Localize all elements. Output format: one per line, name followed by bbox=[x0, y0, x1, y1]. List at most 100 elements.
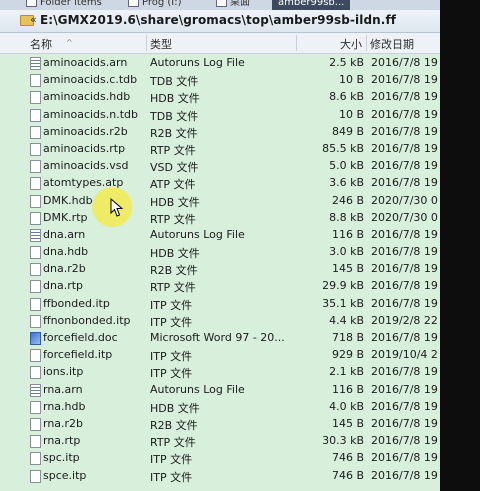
file-name: rna.hdb bbox=[43, 399, 86, 413]
file-row[interactable]: forcefield.doc Microsoft Word 97 - 20... 7… bbox=[0, 330, 440, 347]
file-size: 849 B bbox=[331, 124, 364, 138]
tab-desktop[interactable]: 桌面 bbox=[216, 0, 250, 10]
file-date: 2016/7/8 19 bbox=[371, 141, 438, 155]
file-name: rna.rtp bbox=[43, 434, 81, 448]
file-icon bbox=[30, 469, 41, 483]
file-icon bbox=[30, 297, 41, 311]
file-name: DMK.rtp bbox=[43, 210, 88, 224]
file-row[interactable]: ions.itp ITP 文件 2.1 kB 2016/7/8 19 bbox=[0, 364, 440, 381]
file-date: 2020/7/30 0 bbox=[371, 210, 438, 224]
column-type-header[interactable]: 类型 bbox=[150, 36, 172, 52]
file-row[interactable]: rna.r2b R2B 文件 145 B 2016/7/8 19 bbox=[0, 416, 440, 433]
file-icon bbox=[30, 263, 41, 277]
file-name: forcefield.itp bbox=[43, 348, 113, 362]
file-row[interactable]: spc.itp ITP 文件 746 B 2016/7/8 19 bbox=[0, 450, 440, 467]
file-date: 2016/7/8 19 bbox=[371, 382, 438, 396]
file-name: aminoacids.r2b bbox=[43, 124, 128, 138]
file-icon bbox=[30, 74, 41, 88]
file-type: R2B 文件 bbox=[150, 264, 198, 278]
file-type: Autoruns Log File bbox=[150, 227, 245, 241]
file-row[interactable]: aminoacids.vsd VSD 文件 5.0 kB 2016/7/8 19 bbox=[0, 158, 440, 175]
file-row[interactable]: spce.itp ITP 文件 746 B 2016/7/8 19 bbox=[0, 468, 440, 485]
file-date: 2016/7/8 19 bbox=[371, 451, 438, 465]
file-type: RTP 文件 bbox=[150, 281, 196, 295]
file-row[interactable]: dna.hdb HDB 文件 3.0 kB 2016/7/8 19 bbox=[0, 244, 440, 261]
file-icon bbox=[30, 108, 41, 122]
file-type: HDB 文件 bbox=[150, 401, 200, 415]
file-size: 246 B bbox=[331, 193, 364, 207]
file-name: forcefield.doc bbox=[43, 331, 118, 344]
file-row[interactable]: rna.arn Autoruns Log File 116 B 2016/7/8 19 bbox=[0, 382, 440, 399]
address-path[interactable]: E:\GMX2019.6\share\gromacs\top\amber99sb… bbox=[40, 13, 396, 27]
doc-icon bbox=[30, 332, 41, 345]
file-row[interactable]: aminoacids.hdb HDB 文件 8.6 kB 2016/7/8 19 bbox=[0, 89, 440, 106]
file-type: Autoruns Log File bbox=[150, 382, 245, 396]
tab-amber99sb[interactable]: amber99sb... bbox=[272, 0, 351, 10]
file-icon bbox=[30, 125, 41, 139]
file-type: ITP 文件 bbox=[150, 298, 193, 312]
file-size: 3.0 kB bbox=[329, 245, 364, 259]
file-icon bbox=[30, 366, 41, 380]
file-icon bbox=[30, 417, 41, 431]
tab-label: 桌面 bbox=[230, 0, 250, 8]
file-type: ITP 文件 bbox=[150, 350, 193, 364]
file-row[interactable]: aminoacids.c.tdb TDB 文件 10 B 2016/7/8 19 bbox=[0, 72, 440, 89]
file-date: 2016/7/8 19 bbox=[371, 227, 438, 241]
file-row[interactable]: dna.r2b R2B 文件 145 B 2016/7/8 19 bbox=[0, 261, 440, 278]
file-row[interactable]: DMK.hdb HDB 文件 246 B 2020/7/30 0 bbox=[0, 193, 440, 210]
file-size: 5.0 kB bbox=[329, 159, 364, 173]
file-type: ITP 文件 bbox=[150, 367, 193, 381]
file-size: 145 B bbox=[331, 262, 364, 276]
file-size: 746 B bbox=[331, 468, 364, 482]
column-date-header[interactable]: 修改日期 bbox=[370, 36, 414, 52]
breadcrumb-overflow-icon[interactable]: « bbox=[30, 13, 37, 26]
column-divider[interactable] bbox=[366, 35, 367, 51]
file-size: 746 B bbox=[331, 451, 364, 465]
file-date: 2020/7/30 0 bbox=[371, 193, 438, 207]
explorer-window: « E:\GMX2019.6\share\gromacs\top\amber99… bbox=[0, 10, 440, 491]
file-row[interactable]: aminoacids.r2b R2B 文件 849 B 2016/7/8 19 bbox=[0, 124, 440, 141]
address-bar[interactable]: « E:\GMX2019.6\share\gromacs\top\amber99… bbox=[0, 10, 440, 33]
file-row[interactable]: aminoacids.rtp RTP 文件 85.5 kB 2016/7/8 19 bbox=[0, 141, 440, 158]
file-icon bbox=[30, 177, 41, 191]
file-date: 2016/7/8 19 bbox=[371, 331, 438, 344]
file-row[interactable]: dna.arn Autoruns Log File 116 B 2016/7/8 19 bbox=[0, 227, 440, 244]
file-type: HDB 文件 bbox=[150, 247, 200, 261]
file-size: 4.0 kB bbox=[329, 399, 364, 413]
file-date: 2016/7/8 19 bbox=[371, 56, 438, 69]
file-size: 10 B bbox=[338, 107, 364, 121]
file-row[interactable]: aminoacids.arn Autoruns Log File 2.5 kB 201… bbox=[0, 55, 440, 72]
column-divider[interactable] bbox=[296, 35, 297, 51]
file-name: aminoacids.arn bbox=[43, 56, 128, 69]
file-icon bbox=[30, 435, 41, 449]
file-name: aminoacids.n.tdb bbox=[43, 107, 139, 121]
log-icon bbox=[30, 228, 41, 242]
file-row[interactable]: dna.rtp RTP 文件 29.9 kB 2016/7/8 19 bbox=[0, 278, 440, 295]
file-name: rna.r2b bbox=[43, 416, 84, 430]
file-row[interactable]: ffnonbonded.itp ITP 文件 4.4 kB 2019/2/8 22 bbox=[0, 313, 440, 330]
file-type: ITP 文件 bbox=[150, 315, 193, 329]
file-row[interactable]: DMK.rtp RTP 文件 8.8 kB 2020/7/30 0 bbox=[0, 210, 440, 227]
log-icon bbox=[30, 57, 41, 70]
column-divider[interactable] bbox=[146, 35, 147, 51]
tab-folder-items[interactable]: Folder items bbox=[26, 0, 102, 10]
file-icon bbox=[30, 211, 41, 225]
file-row[interactable]: rna.rtp RTP 文件 30.3 kB 2016/7/8 19 bbox=[0, 433, 440, 450]
file-type: ATP 文件 bbox=[150, 178, 196, 192]
file-size: 3.6 kB bbox=[329, 176, 364, 190]
column-size-header[interactable]: 大小 bbox=[340, 36, 362, 52]
file-type: R2B 文件 bbox=[150, 418, 198, 432]
tab-prog-drive[interactable]: Prog (I:) bbox=[128, 0, 182, 10]
window-icon bbox=[26, 0, 37, 7]
file-date: 2016/7/8 19 bbox=[371, 245, 438, 259]
file-row[interactable]: ffbonded.itp ITP 文件 35.1 kB 2016/7/8 19 bbox=[0, 296, 440, 313]
file-name: dna.hdb bbox=[43, 245, 89, 259]
file-size: 116 B bbox=[331, 227, 364, 241]
file-date: 2019/10/4 2 bbox=[371, 348, 438, 362]
file-row[interactable]: forcefield.itp ITP 文件 929 B 2019/10/4 2 bbox=[0, 347, 440, 364]
file-row[interactable]: atomtypes.atp ATP 文件 3.6 kB 2016/7/8 19 bbox=[0, 175, 440, 192]
file-icon bbox=[30, 314, 41, 328]
file-row[interactable]: rna.hdb HDB 文件 4.0 kB 2016/7/8 19 bbox=[0, 399, 440, 416]
file-row[interactable]: aminoacids.n.tdb TDB 文件 10 B 2016/7/8 19 bbox=[0, 107, 440, 124]
column-name-header[interactable]: 名称 bbox=[30, 36, 52, 52]
